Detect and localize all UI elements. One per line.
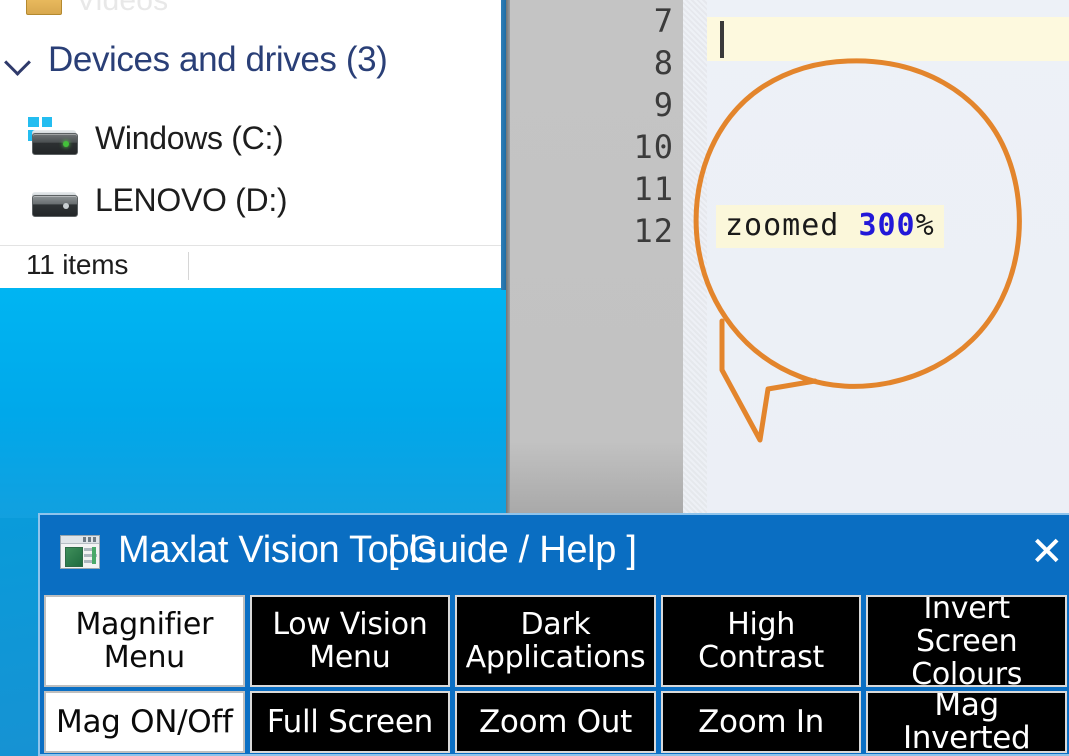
code-token-word: zoomed <box>725 208 859 243</box>
item-count-label: 11 items <box>26 249 129 280</box>
line-number: 7 <box>653 2 674 40</box>
low-vision-menu-button[interactable]: Low Vision Menu <box>249 595 451 687</box>
line-number: 11 <box>633 170 674 208</box>
line-number: 12 <box>633 212 674 250</box>
vision-tools-row-2: Mag ON/Off Full Screen Zoom Out Zoom In … <box>40 687 1069 753</box>
code-token-percent: % <box>915 208 935 243</box>
zoom-out-button[interactable]: Zoom Out <box>455 691 656 753</box>
line-number: 9 <box>653 86 674 124</box>
code-editor: 7 8 9 10 11 12 zoomed 300% <box>506 0 1069 513</box>
file-explorer-window: Videos Devices and drives (3) Windows (C… <box>0 0 501 288</box>
magnifier-menu-button[interactable]: Magnifier Menu <box>44 595 245 687</box>
file-explorer-content: Videos Devices and drives (3) Windows (C… <box>0 0 501 245</box>
line-number: 8 <box>653 44 674 82</box>
hard-drive-windows-icon <box>28 116 78 157</box>
code-text-area[interactable]: zoomed 300% <box>683 0 1069 513</box>
desktop-background-upper <box>0 288 509 518</box>
devices-and-drives-group-header[interactable]: Devices and drives (3) <box>4 40 388 80</box>
drive-label: Windows (C:) <box>95 120 284 156</box>
folder-icon <box>26 0 62 15</box>
explorer-status-bar: 11 items <box>0 245 501 288</box>
group-header-label: Devices and drives (3) <box>48 40 388 79</box>
list-item[interactable]: LENOVO (D:) <box>28 182 288 219</box>
code-text-surface[interactable] <box>707 0 1069 513</box>
code-token-number: 300 <box>858 208 916 243</box>
vision-tools-button-grid: Magnifier Menu Low Vision Menu Dark Appl… <box>40 591 1069 753</box>
dark-applications-button[interactable]: Dark Applications <box>455 595 656 687</box>
vision-tools-titlebar[interactable]: Maxlat Vision Tools [ Guide / Help ] ✕ <box>40 515 1069 591</box>
vision-tools-row-1: Magnifier Menu Low Vision Menu Dark Appl… <box>40 591 1069 687</box>
application-window-icon <box>60 535 100 569</box>
mag-inverted-button[interactable]: Mag Inverted <box>866 691 1067 753</box>
hard-drive-icon <box>28 183 78 219</box>
zoom-in-button[interactable]: Zoom In <box>660 691 862 753</box>
line-number-list: 7 8 9 10 11 12 <box>514 0 674 252</box>
code-line-text: zoomed 300% <box>716 205 944 248</box>
screen-root: Videos Devices and drives (3) Windows (C… <box>0 0 1069 756</box>
invert-screen-colours-button[interactable]: Invert Screen Colours <box>866 595 1067 687</box>
drive-label: LENOVO (D:) <box>95 182 288 218</box>
line-number-gutter: 7 8 9 10 11 12 <box>510 0 683 513</box>
close-icon[interactable]: ✕ <box>1030 529 1064 575</box>
list-item-label: Videos <box>76 0 169 17</box>
vision-tools-window: Maxlat Vision Tools [ Guide / Help ] ✕ M… <box>38 513 1069 756</box>
line-number: 10 <box>633 128 674 166</box>
chevron-down-icon[interactable] <box>4 45 34 75</box>
guide-help-link[interactable]: [ Guide / Help ] <box>388 529 637 572</box>
full-screen-button[interactable]: Full Screen <box>249 691 451 753</box>
text-caret <box>720 21 724 58</box>
list-item[interactable]: Windows (C:) <box>28 116 284 157</box>
high-contrast-button[interactable]: High Contrast <box>660 595 862 687</box>
mag-on-off-button[interactable]: Mag ON/Off <box>44 691 245 753</box>
current-line-highlight <box>707 17 1069 61</box>
status-divider <box>188 252 189 280</box>
list-item[interactable]: Videos <box>26 0 168 18</box>
